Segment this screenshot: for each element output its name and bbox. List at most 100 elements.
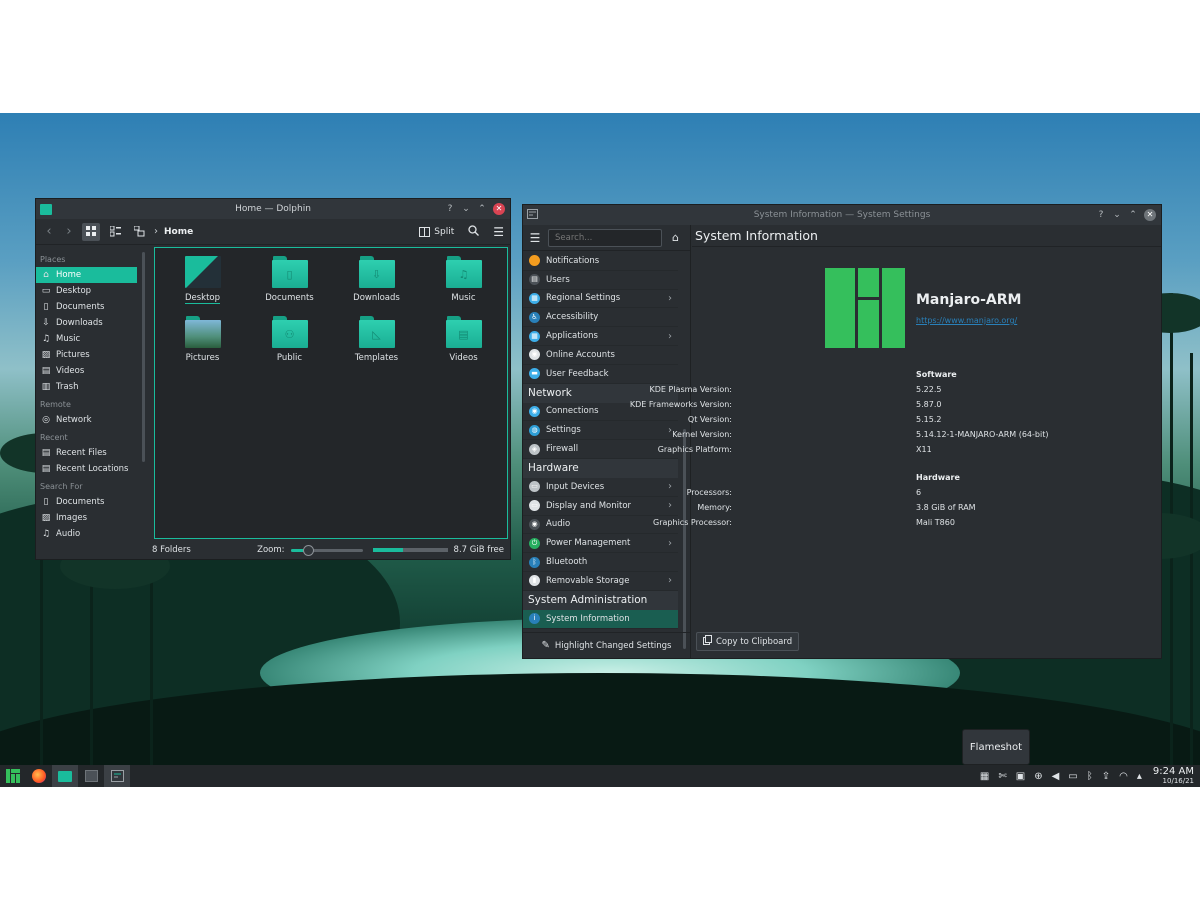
highlight-changed-label: Highlight Changed Settings <box>554 640 672 651</box>
folder-public[interactable]: ⚇ Public <box>246 316 333 363</box>
sidebar-item-power-management[interactable]: ⏻ Power Management › <box>523 534 678 554</box>
system-settings-task-icon[interactable] <box>104 765 130 787</box>
sidebar-item-display-and-monitor[interactable]: ▭ Display and Monitor › <box>523 497 678 516</box>
places-item-recent-locations[interactable]: ▤ Recent Locations <box>36 461 139 477</box>
clipboard-tray-icon[interactable]: ▦ <box>980 771 989 782</box>
firefox-icon[interactable] <box>26 765 52 787</box>
sidebar-item-settings[interactable]: ◍ Settings › <box>523 421 678 441</box>
sidebar-item-notifications[interactable]: Notifications <box>523 252 678 271</box>
places-item-music[interactable]: ♫ Music <box>36 331 139 347</box>
desktop-tray-icon[interactable]: ▣ <box>1016 771 1025 782</box>
minimize-icon[interactable]: ⌄ <box>1112 210 1122 220</box>
sidebar-item-applications[interactable]: ▦ Applications › <box>523 327 678 346</box>
sidebar-item-user-feedback[interactable]: ▬ User Feedback <box>523 365 678 384</box>
places-item-home[interactable]: ⌂ Home <box>36 267 137 283</box>
zoom-slider-handle[interactable] <box>303 544 315 556</box>
copy-to-clipboard-button[interactable]: Copy to Clipboard <box>696 632 800 651</box>
manjaro-menu-icon[interactable] <box>0 765 26 787</box>
settings-sidebar: ☰ ⌂ Notifications ▤ Users ▦ Regional Setting… <box>523 225 691 658</box>
volume-icon[interactable]: ◀ <box>1052 771 1060 782</box>
places-item-videos[interactable]: ▤ Videos <box>36 363 139 379</box>
sidebar-scrollbar[interactable] <box>683 429 686 649</box>
places-item-documents[interactable]: ▯ Documents <box>36 494 139 510</box>
info-key: Qt Version: <box>687 415 732 424</box>
places-section-header: Search For <box>40 482 83 491</box>
free-space: 8.7 GiB free <box>453 545 504 555</box>
folder-desktop[interactable]: Desktop <box>159 256 246 304</box>
sidebar-item-regional-settings[interactable]: ▦ Regional Settings › <box>523 290 678 309</box>
search-icon[interactable] <box>468 224 480 239</box>
info-key: KDE Frameworks Version: <box>629 400 732 409</box>
search-input[interactable] <box>548 228 662 247</box>
dolphin-task-icon[interactable] <box>52 765 78 787</box>
back-arrow-icon[interactable]: ‹ <box>42 224 56 239</box>
sidebar-header: ☰ ⌂ <box>523 225 690 251</box>
zoom-slider[interactable] <box>290 544 363 556</box>
places-item-network[interactable]: ◎ Network <box>36 412 139 428</box>
places-item-images[interactable]: ▨ Images <box>36 510 139 526</box>
places-item-pictures[interactable]: ▨ Pictures <box>36 347 139 363</box>
sidebar-item-users[interactable]: ▤ Users <box>523 271 678 290</box>
folder-documents[interactable]: ▯ Documents <box>246 256 333 304</box>
sidebar-item-accessibility[interactable]: ♿ Accessibility <box>523 308 678 328</box>
folder-downloads[interactable]: ⇩ Downloads <box>333 256 420 304</box>
hamburger-menu-icon[interactable]: ☰ <box>493 225 504 239</box>
settings-titlebar[interactable]: System Information — System Settings ? ⌄… <box>523 205 1161 225</box>
help-icon[interactable]: ? <box>1096 210 1106 220</box>
audio-icon: ♫ <box>41 529 51 539</box>
home-icon[interactable]: ⌂ <box>672 231 679 244</box>
sidebar-item-label: Bluetooth <box>546 557 588 568</box>
usb-tray-icon[interactable]: ⇪ <box>1102 771 1110 782</box>
os-url-link[interactable]: https://www.manjaro.org/ <box>916 316 1017 325</box>
split-button[interactable]: Split <box>419 226 454 237</box>
maximize-icon[interactable]: ⌃ <box>1128 210 1138 220</box>
sidebar-item-removable-storage[interactable]: ▮ Removable Storage › <box>523 572 678 591</box>
breadcrumb[interactable]: Home <box>164 227 193 237</box>
folder-pictures[interactable]: Pictures <box>159 316 246 363</box>
documents-icon: ▯ <box>43 497 49 507</box>
places-item-trash[interactable]: ▥ Trash <box>36 379 139 395</box>
tray-expand-icon[interactable]: ▴ <box>1137 771 1142 782</box>
flameshot-tray-icon[interactable]: ✄ <box>998 771 1006 782</box>
file-view[interactable]: Desktop ▯ Documents ⇩ Downloads ♫ Music Picture… <box>154 247 508 539</box>
hamburger-menu-icon[interactable]: ☰ <box>528 231 542 245</box>
bluetooth-icon: ᛒ <box>529 556 540 568</box>
sidebar-item-system-information[interactable]: i System Information <box>523 609 678 629</box>
help-icon[interactable]: ? <box>445 204 455 214</box>
updates-tray-icon[interactable]: ⊕ <box>1034 771 1042 782</box>
battery-icon[interactable]: ▭ <box>1068 771 1077 782</box>
compact-view-button[interactable] <box>106 223 124 241</box>
places-item-documents[interactable]: ▯ Documents <box>36 299 139 315</box>
details-view-button[interactable] <box>130 223 148 241</box>
info-value: 5.87.0 <box>916 400 942 409</box>
clock[interactable]: 9:24 AM 10/16/21 <box>1153 767 1194 785</box>
bluetooth-tray-icon[interactable]: ᛒ <box>1087 771 1093 782</box>
folder-music[interactable]: ♫ Music <box>420 256 507 304</box>
maximize-icon[interactable]: ⌃ <box>477 204 487 214</box>
close-icon[interactable]: ✕ <box>493 203 505 215</box>
dolphin-titlebar[interactable]: Home — Dolphin ? ⌄ ⌃ ✕ <box>36 199 510 219</box>
places-scrollbar[interactable] <box>139 246 146 541</box>
konsole-task-icon[interactable] <box>78 765 104 787</box>
minimize-icon[interactable]: ⌄ <box>461 204 471 214</box>
sidebar-item-firewall[interactable]: ◈ Firewall <box>523 440 678 459</box>
folder-templates[interactable]: ◺ Templates <box>333 316 420 363</box>
icons-view-button[interactable] <box>82 222 100 241</box>
info-value: 3.8 GiB of RAM <box>916 503 976 512</box>
system-settings-window: System Information — System Settings ? ⌄… <box>522 204 1162 659</box>
places-item-downloads[interactable]: ⇩ Downloads <box>36 315 139 331</box>
wifi-icon[interactable]: ◠ <box>1119 771 1128 782</box>
sidebar-item-online-accounts[interactable]: ◉ Online Accounts <box>523 346 678 365</box>
forward-arrow-icon[interactable]: › <box>62 224 76 239</box>
places-item-recent-files[interactable]: ▤ Recent Files <box>36 445 139 461</box>
places-item-audio[interactable]: ♫ Audio <box>36 526 139 541</box>
close-icon[interactable]: ✕ <box>1144 209 1156 221</box>
places-item-desktop[interactable]: ▭ Desktop <box>36 283 139 299</box>
public-folder-icon: ⚇ <box>271 316 308 348</box>
sidebar-item-input-devices[interactable]: ▭ Input Devices › <box>523 478 678 497</box>
places-item-label: Trash <box>56 382 79 392</box>
folder-videos[interactable]: ▤ Videos <box>420 316 507 363</box>
highlight-changed-button[interactable]: ✎ Highlight Changed Settings <box>523 632 690 658</box>
sidebar-item-bluetooth[interactable]: ᛒ Bluetooth <box>523 553 678 572</box>
pencil-icon: ✎ <box>541 640 550 651</box>
